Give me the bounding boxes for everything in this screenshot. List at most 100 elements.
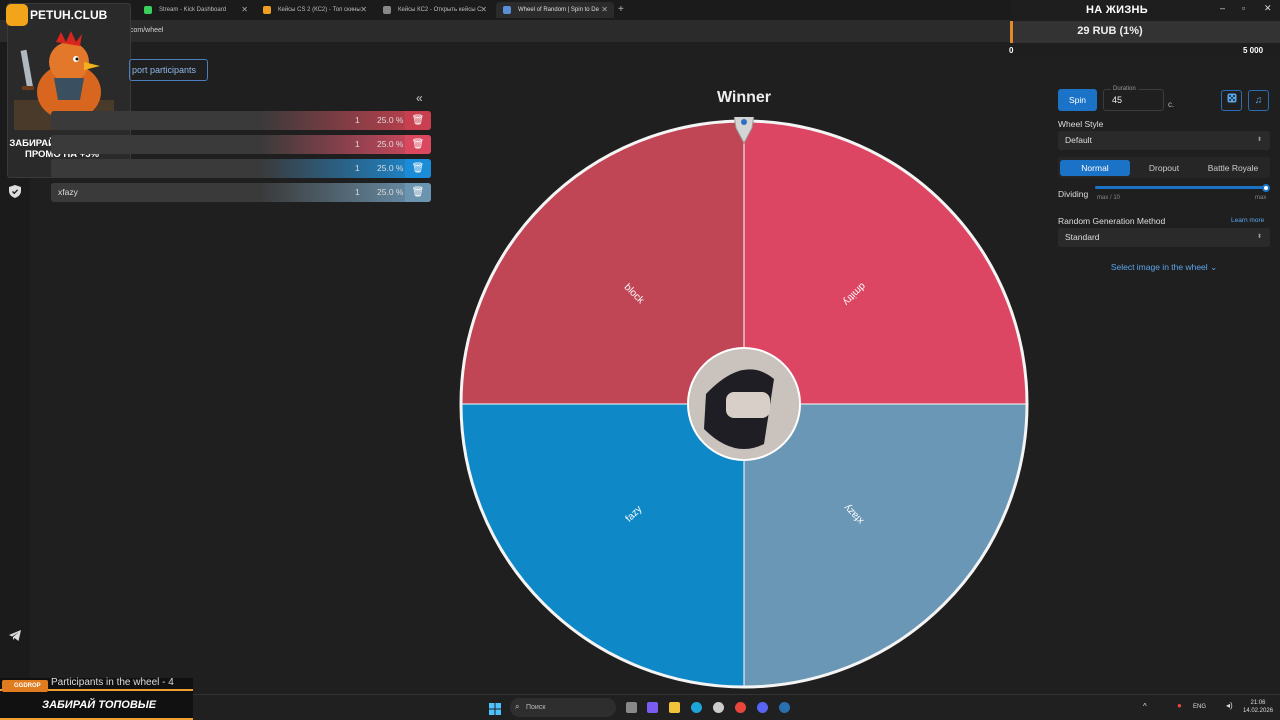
wheel-pointer-dot [741, 119, 747, 125]
maximize-button[interactable]: ▫ [1242, 3, 1245, 13]
participant-percent: 25.0 % [377, 115, 404, 125]
participant-row[interactable]: xfazy 1 25.0 % 🗑 [51, 183, 431, 202]
donation-amount: 29 RUB (1%) [1077, 25, 1143, 37]
minimize-button[interactable]: – [1220, 3, 1225, 13]
dividing-max-label: max [1255, 195, 1267, 201]
file-explorer-icon[interactable] [669, 702, 680, 713]
tab-close-icon[interactable]: ✕ [360, 2, 367, 18]
trash-icon[interactable]: 🗑 [405, 135, 431, 154]
browser-tab[interactable]: Кейсы КС2 - Открыть кейсы С ✕ [376, 2, 493, 18]
tab-close-icon[interactable]: ✕ [480, 2, 487, 18]
clock[interactable]: 21:06 14.02.2026 [1243, 699, 1273, 715]
center-image-light-shape [726, 392, 770, 418]
random-method-value: Standard [1065, 232, 1100, 242]
dice-icon[interactable] [1221, 90, 1242, 111]
duration-unit: с. [1168, 100, 1175, 109]
duration-input[interactable]: 45 [1103, 89, 1164, 111]
new-tab-button[interactable]: + [618, 4, 624, 15]
mode-battle-royale-button[interactable]: Battle Royale [1198, 160, 1268, 176]
select-image-link[interactable]: Select image in the wheel ⌄ [1058, 262, 1270, 273]
chevron-down-icon: ⌄ [1210, 262, 1218, 272]
random-method-label: Random Generation Method [1058, 216, 1166, 226]
promo-brand: PETUH.CLUB [30, 8, 108, 22]
windows-start-icon[interactable] [489, 702, 501, 715]
search-icon: ⌕ [515, 702, 520, 711]
wheel-segment [460, 120, 745, 405]
steam-icon[interactable] [779, 702, 790, 713]
participant-row[interactable]: 1 25.0 % 🗑 [51, 135, 431, 154]
tab-close-icon[interactable]: ✕ [241, 2, 248, 18]
wheel-style-label: Wheel Style [1058, 119, 1104, 129]
donation-max: 5 000 [1243, 46, 1264, 55]
tab-favicon-icon [263, 6, 271, 14]
clock-date: 14.02.2026 [1243, 708, 1274, 714]
music-note-icon[interactable]: ♫ [1248, 90, 1269, 111]
participant-percent: 25.0 % [377, 139, 404, 149]
learn-more-link[interactable]: Learn more [1231, 217, 1264, 224]
tab-label: Кейсы КС2 - Открыть кейсы С [398, 7, 482, 13]
browser-tab[interactable]: Wheel of Random | Spin to De ✕ [496, 2, 614, 18]
edge-icon[interactable] [691, 702, 702, 713]
banner-text: ЗАБИРАЙ ТОПОВЫЕ [42, 699, 157, 711]
donation-title: НА ЖИЗНЬ [1086, 4, 1148, 16]
browser-tab[interactable]: Кейсы CS 2 (КС2) - Топ скины ✕ [256, 2, 373, 18]
participant-count: 1 [355, 139, 360, 149]
dividing-slider-handle[interactable] [1262, 184, 1270, 192]
browser-tab[interactable]: Stream - Kick Dashboard ✕ [137, 2, 254, 18]
dividing-label: Dividing [1058, 189, 1089, 199]
mode-dropout-button[interactable]: Dropout [1131, 160, 1197, 176]
mode-normal-button[interactable]: Normal [1060, 160, 1130, 176]
chevron-updown-icon: ⬍ [1256, 234, 1262, 240]
tab-label: Кейсы CS 2 (КС2) - Топ скины [278, 7, 361, 13]
participant-percent: 25.0 % [377, 163, 404, 173]
wheel-segment [460, 403, 745, 688]
import-participants-button[interactable]: port participants [129, 59, 208, 81]
wheel-style-value: Default [1065, 135, 1092, 145]
participant-row[interactable]: 1 25.0 % 🗑 [51, 111, 431, 130]
task-view-icon[interactable] [626, 702, 637, 713]
participant-name[interactable]: xfazy [58, 187, 78, 197]
winner-title: Winner [716, 89, 772, 106]
random-method-select[interactable]: Standard ⬍ [1058, 228, 1270, 247]
tab-close-icon[interactable]: ✕ [601, 2, 608, 18]
dividing-min-label: max / 10 [1097, 195, 1121, 201]
trash-icon[interactable]: 🗑 [405, 111, 431, 130]
trash-icon[interactable]: 🗑 [405, 159, 431, 178]
clock-time: 21:06 [1250, 700, 1266, 706]
donation-min: 0 [1009, 46, 1014, 55]
keyboard-language[interactable]: ENG [1193, 704, 1206, 710]
wheel-segment [743, 120, 1028, 405]
app-icon[interactable] [713, 702, 724, 713]
tab-favicon-icon [503, 6, 511, 14]
shield-icon[interactable] [8, 185, 22, 199]
microphone-icon[interactable]: ● [1177, 701, 1182, 710]
spin-button[interactable]: Spin [1058, 89, 1097, 111]
taskbar-search-input[interactable]: Поиск [510, 698, 616, 717]
dividing-slider[interactable] [1095, 186, 1269, 189]
speaker-icon[interactable]: ◂) [1226, 701, 1233, 710]
copilot-icon[interactable] [647, 702, 658, 713]
participant-row[interactable]: 1 25.0 % 🗑 [51, 159, 431, 178]
telegram-icon[interactable] [8, 630, 22, 644]
tab-favicon-icon [383, 6, 391, 14]
url-text: com/wheel [130, 27, 164, 34]
tab-favicon-icon [144, 6, 152, 14]
wheel-segment [743, 403, 1028, 688]
trash-icon[interactable]: 🗑 [405, 183, 431, 202]
duration-label: Duration [1111, 86, 1138, 92]
select-image-label: Select image in the wheel [1110, 262, 1208, 272]
close-window-button[interactable]: ✕ [1264, 3, 1272, 14]
collapse-panel-icon[interactable]: « [416, 91, 423, 105]
tab-label: Stream - Kick Dashboard [159, 7, 227, 13]
chevron-updown-icon: ⬍ [1256, 137, 1262, 143]
banner-logo: GGDROP [2, 680, 48, 692]
chevron-up-icon[interactable]: ^ [1143, 702, 1147, 711]
participant-percent: 25.0 % [377, 187, 404, 197]
discord-icon[interactable] [757, 702, 768, 713]
wheel-of-random[interactable]: dmitryxfazyfazyblock [458, 117, 1030, 691]
chrome-icon[interactable] [735, 702, 746, 713]
participant-count: 1 [355, 115, 360, 125]
wheel-style-select[interactable]: Default ⬍ [1058, 131, 1270, 150]
participant-count: 1 [355, 187, 360, 197]
promo-logo-icon [6, 4, 28, 26]
